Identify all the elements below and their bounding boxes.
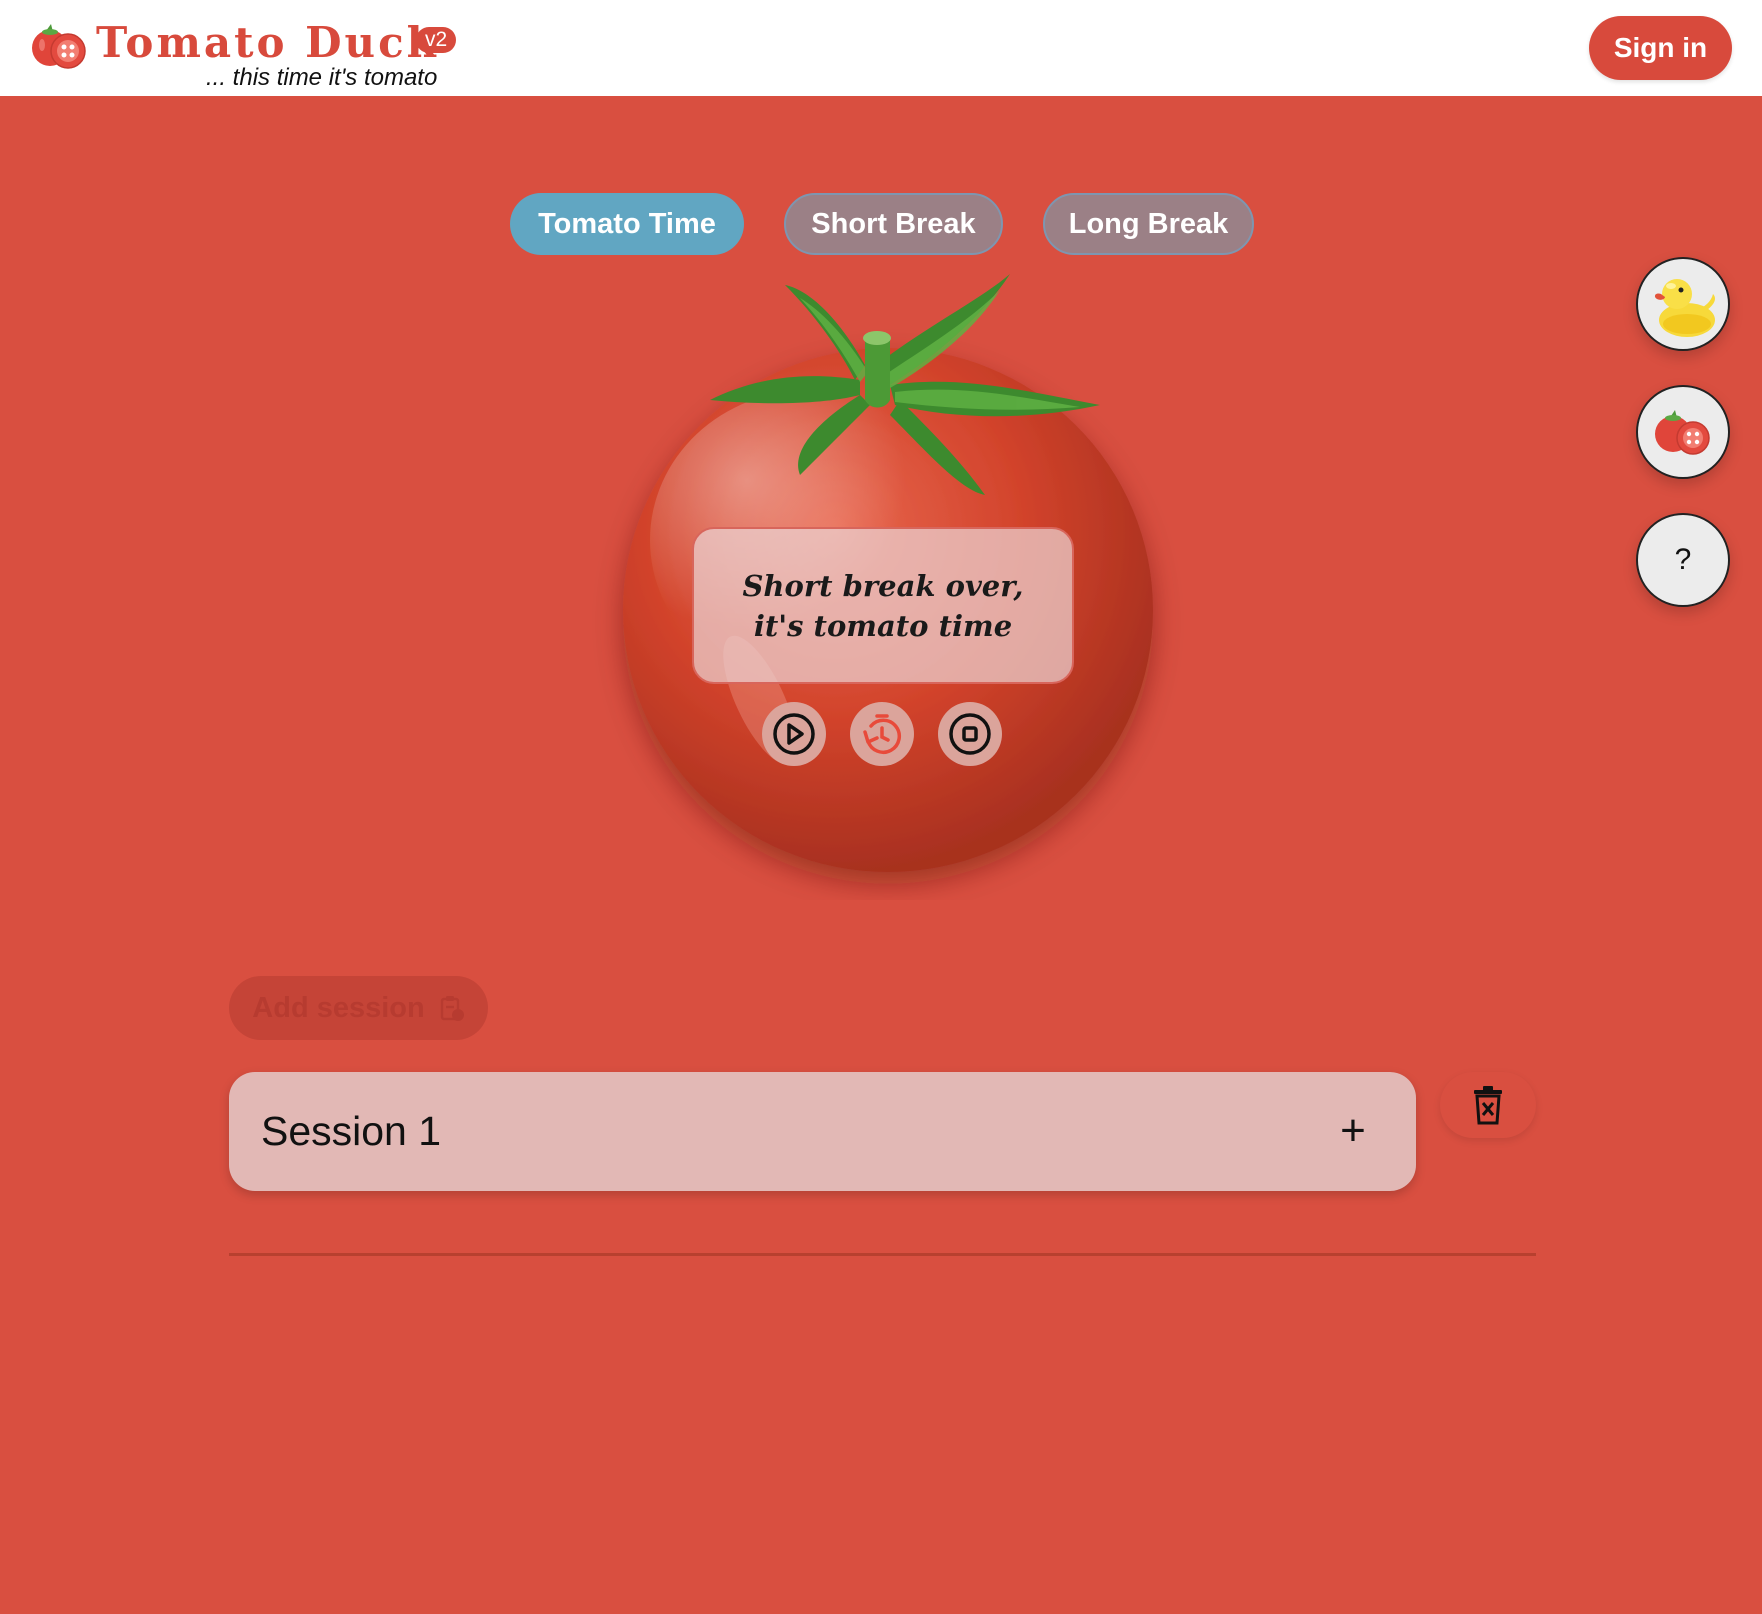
tomato-logo-icon	[32, 24, 86, 69]
top-bar: Tomato Duck v2 ... this time it's tomato…	[0, 0, 1762, 96]
reset-timer-button[interactable]	[850, 702, 914, 766]
trash-icon	[1474, 1086, 1502, 1125]
session-card[interactable]: Session 1 +	[229, 1072, 1416, 1191]
play-icon	[773, 713, 815, 755]
tomato-mode-button[interactable]	[1636, 385, 1730, 479]
delete-session-button[interactable]	[1440, 1072, 1536, 1138]
add-task-button[interactable]: +	[1324, 1102, 1382, 1160]
reset-timer-icon	[863, 714, 902, 754]
add-session-button[interactable]: Add session	[229, 976, 488, 1040]
tab-short-break[interactable]: Short Break	[784, 193, 1003, 255]
logo[interactable]: Tomato Duck v2 ... this time it's tomato	[28, 14, 488, 94]
divider	[229, 1253, 1536, 1256]
clipboard-add-icon	[440, 996, 464, 1021]
duck-icon	[1654, 279, 1715, 337]
tab-long-break[interactable]: Long Break	[1043, 193, 1254, 255]
version-badge: v2	[416, 27, 457, 53]
session-title: Session 1	[261, 1108, 442, 1154]
duck-mode-button[interactable]	[1636, 257, 1730, 351]
sign-in-button[interactable]: Sign in	[1589, 16, 1732, 80]
tab-tomato-time[interactable]: Tomato Time	[510, 193, 744, 255]
add-session-label: Add session	[252, 991, 425, 1024]
brand-title: Tomato Duck	[96, 18, 439, 67]
stop-icon	[949, 713, 991, 755]
play-button[interactable]	[762, 702, 826, 766]
tomato-icon	[1655, 410, 1710, 455]
timer-message: Short break over, it's tomato time	[692, 527, 1074, 684]
tagline: ... this time it's tomato	[206, 64, 438, 91]
stop-button[interactable]	[938, 702, 1002, 766]
help-button[interactable]: ?	[1636, 513, 1730, 607]
